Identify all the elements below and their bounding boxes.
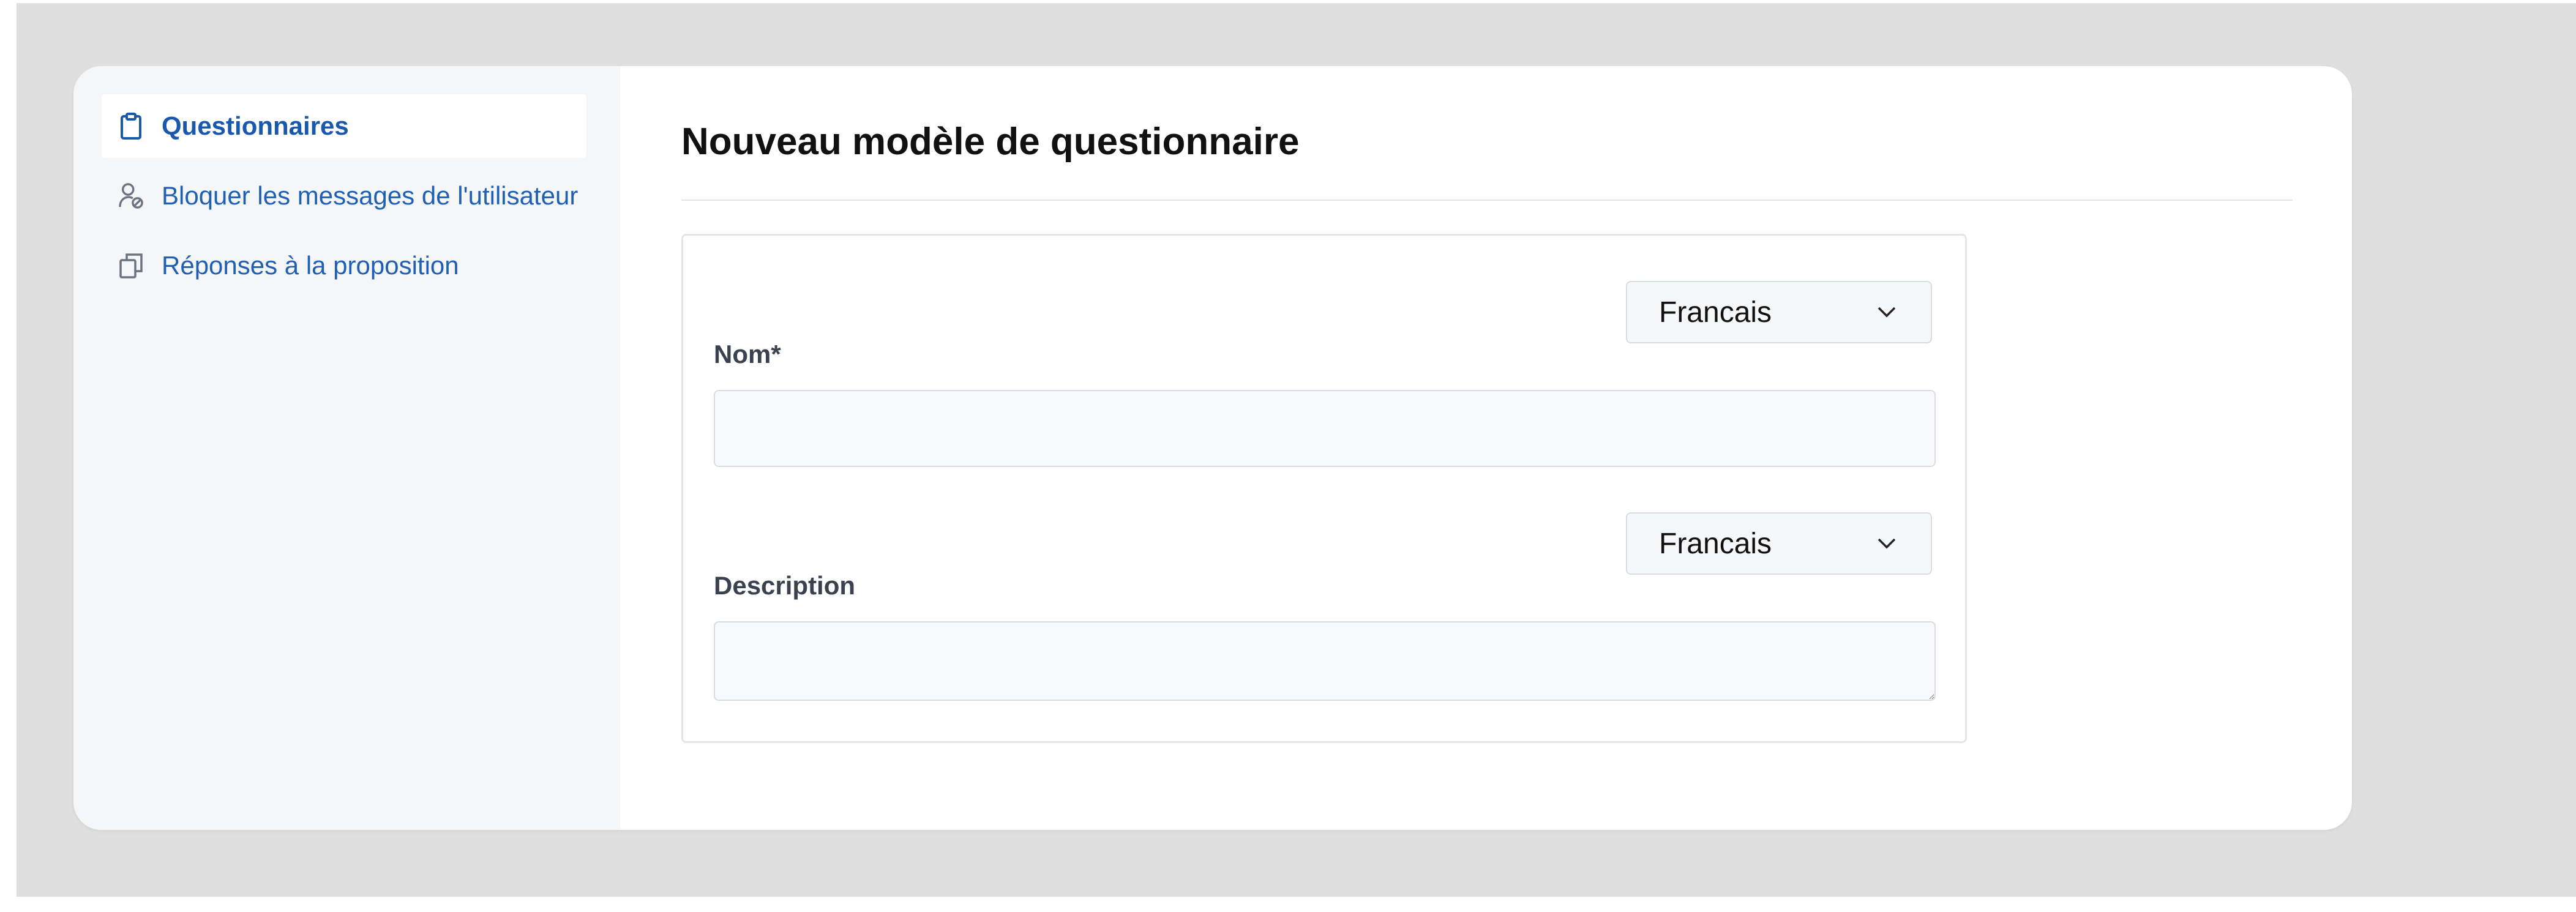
description-textarea[interactable] [714,621,1936,701]
sidebar-item-label: Bloquer les messages de l'utilisateur [162,181,578,210]
sidebar-item-proposal-responses[interactable]: Réponses à la proposition [102,234,586,297]
name-input[interactable] [714,390,1936,467]
description-language-select[interactable]: Francais [1626,512,1932,575]
main-content: Nouveau modèle de questionnaire Francais… [620,66,2352,830]
name-label: Nom* [714,340,781,368]
sidebar-item-questionnaires[interactable]: Questionnaires [102,94,586,158]
user-block-icon [119,182,143,210]
sidebar-item-label: Questionnaires [162,111,349,140]
questionnaire-form: Francais Nom* Francais Description [681,234,1967,743]
name-language-select[interactable]: Francais [1626,281,1932,343]
copy-icon [119,252,143,280]
name-language-value: Francais [1659,296,1772,329]
sidebar-item-label: Réponses à la proposition [162,251,459,280]
sidebar-item-block-messages[interactable]: Bloquer les messages de l'utilisateur [102,164,586,228]
description-language-value: Francais [1659,527,1772,560]
sidebar: Questionnaires Bloquer les messages de l… [73,66,620,830]
description-label: Description [714,571,856,600]
title-divider [681,200,2293,201]
chevron-down-icon [1878,307,1896,318]
page-title: Nouveau modèle de questionnaire [681,121,1300,163]
clipboard-icon [119,112,143,140]
settings-card: Questionnaires Bloquer les messages de l… [73,66,2352,830]
chevron-down-icon [1878,538,1896,549]
